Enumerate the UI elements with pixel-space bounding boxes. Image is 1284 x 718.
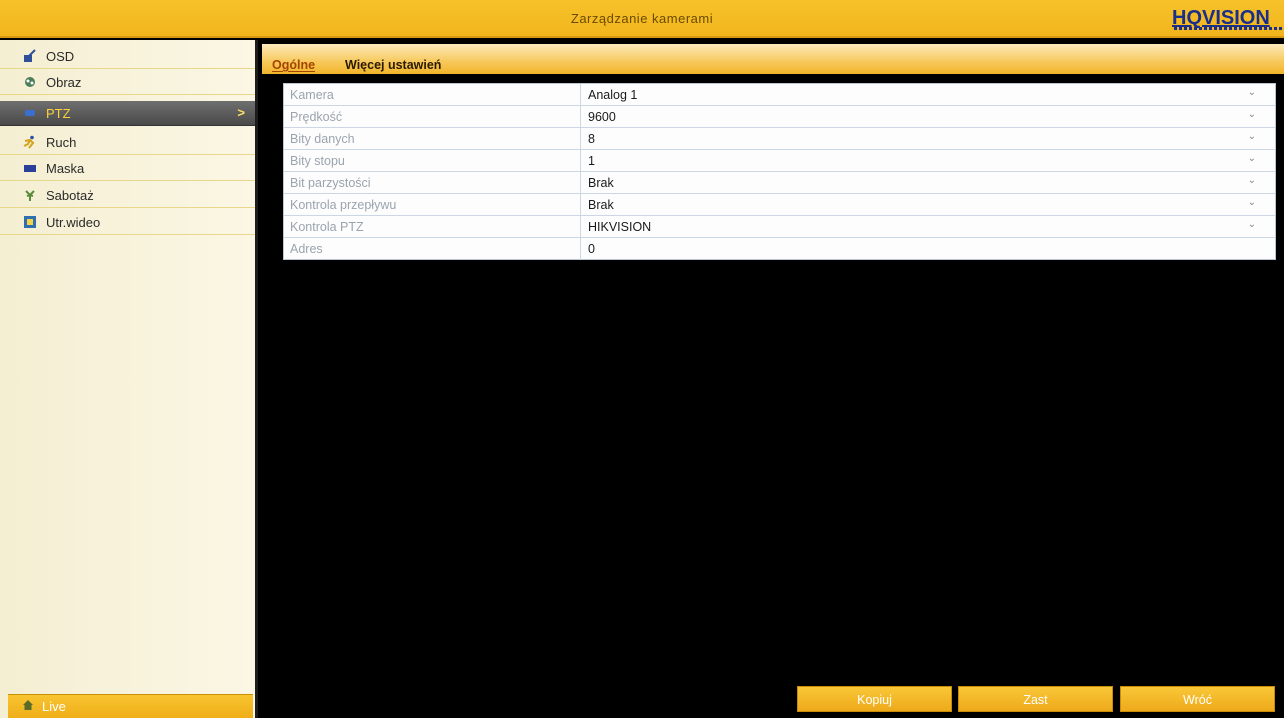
sidebar-item-label: OSD bbox=[46, 48, 75, 64]
title-bar: Zarządzanie kamerami HQVISION bbox=[0, 0, 1284, 38]
setting-row-flow-control: Kontrola przepływu Brak ⌄ bbox=[284, 194, 1275, 216]
setting-value: HIKVISION bbox=[588, 220, 652, 234]
copy-button[interactable]: Kopiuj bbox=[797, 686, 952, 712]
setting-value: Brak bbox=[588, 176, 614, 190]
ptz-protocol-select[interactable]: HIKVISION ⌄ bbox=[582, 216, 1262, 237]
stop-bits-select[interactable]: 1 ⌄ bbox=[582, 150, 1262, 171]
setting-row-parity: Bit parzystości Brak ⌄ bbox=[284, 172, 1275, 194]
setting-label: Kontrola przepływu bbox=[290, 198, 397, 212]
sidebar-item-label: Obraz bbox=[46, 74, 82, 90]
live-button[interactable]: Live bbox=[8, 694, 253, 718]
logo-tagline bbox=[1174, 27, 1284, 30]
live-label: Live bbox=[42, 699, 66, 714]
setting-value: 1 bbox=[588, 154, 595, 168]
sidebar-item-ptz[interactable]: PTZ > bbox=[0, 101, 255, 126]
setting-label: Kamera bbox=[290, 88, 334, 102]
setting-label: Adres bbox=[290, 242, 323, 256]
chevron-down-icon: ⌄ bbox=[1247, 153, 1256, 164]
column-divider bbox=[580, 150, 581, 172]
data-bits-select[interactable]: 8 ⌄ bbox=[582, 128, 1262, 149]
chevron-down-icon: ⌄ bbox=[1247, 175, 1256, 186]
setting-row-data-bits: Bity danych 8 ⌄ bbox=[284, 128, 1275, 150]
sidebar-item-osd[interactable]: OSD bbox=[0, 44, 255, 69]
mask-icon bbox=[22, 160, 38, 176]
tab-general[interactable]: Ogólne bbox=[272, 58, 315, 72]
setting-value: 8 bbox=[588, 132, 595, 146]
sidebar-item-label: Sabotaż bbox=[46, 187, 94, 203]
column-divider bbox=[580, 172, 581, 194]
column-divider bbox=[580, 194, 581, 216]
sidebar-item-label: PTZ bbox=[46, 105, 71, 121]
window-title: Zarządzanie kamerami bbox=[570, 11, 714, 26]
logo-text: HQVISION bbox=[1172, 8, 1270, 29]
setting-value: 9600 bbox=[588, 110, 616, 124]
sidebar-item-mask[interactable]: Maska bbox=[0, 156, 255, 181]
tamper-icon bbox=[22, 187, 38, 203]
back-button[interactable]: Wróć bbox=[1120, 686, 1275, 712]
osd-icon bbox=[22, 48, 38, 64]
apply-button[interactable]: Zast bbox=[958, 686, 1113, 712]
setting-value: Analog 1 bbox=[588, 88, 638, 102]
tab-more-settings[interactable]: Więcej ustawień bbox=[345, 58, 441, 72]
chevron-down-icon: ⌄ bbox=[1247, 131, 1256, 142]
setting-label: Kontrola PTZ bbox=[290, 220, 364, 234]
setting-row-address: Adres 0 bbox=[284, 238, 1275, 260]
flow-control-select[interactable]: Brak ⌄ bbox=[582, 194, 1262, 215]
column-divider bbox=[580, 216, 581, 238]
setting-label: Bity danych bbox=[290, 132, 355, 146]
sidebar-item-image[interactable]: Obraz bbox=[0, 70, 255, 95]
tab-bar: Ogólne Więcej ustawień bbox=[262, 44, 1284, 74]
image-icon bbox=[22, 74, 38, 90]
video-loss-icon bbox=[22, 214, 38, 230]
setting-row-stop-bits: Bity stopu 1 ⌄ bbox=[284, 150, 1275, 172]
chevron-down-icon: ⌄ bbox=[1247, 197, 1256, 208]
chevron-down-icon: ⌄ bbox=[1247, 109, 1256, 120]
setting-label: Bity stopu bbox=[290, 154, 345, 168]
brand-logo: HQVISION bbox=[1172, 8, 1284, 32]
column-divider bbox=[580, 106, 581, 128]
chevron-right-icon: > bbox=[237, 105, 245, 120]
motion-icon bbox=[22, 134, 38, 150]
column-divider bbox=[580, 238, 581, 260]
setting-row-camera: Kamera Analog 1 ⌄ bbox=[284, 84, 1275, 106]
column-divider bbox=[580, 128, 581, 150]
setting-value: 0 bbox=[588, 242, 595, 256]
setting-row-speed: Prędkość 9600 ⌄ bbox=[284, 106, 1275, 128]
setting-row-ptz-protocol: Kontrola PTZ HIKVISION ⌄ bbox=[284, 216, 1275, 238]
sidebar-item-video-loss[interactable]: Utr.wideo bbox=[0, 210, 255, 235]
setting-value: Brak bbox=[588, 198, 614, 212]
sidebar-item-tamper[interactable]: Sabotaż bbox=[0, 183, 255, 208]
ptz-icon bbox=[22, 105, 38, 121]
home-icon bbox=[22, 699, 34, 714]
ptz-settings-table: Kamera Analog 1 ⌄ Prędkość 9600 ⌄ Bity d… bbox=[283, 83, 1276, 260]
sidebar-item-label: Maska bbox=[46, 160, 85, 176]
sidebar-item-motion[interactable]: Ruch bbox=[0, 130, 255, 155]
chevron-down-icon: ⌄ bbox=[1247, 87, 1256, 98]
parity-select[interactable]: Brak ⌄ bbox=[582, 172, 1262, 193]
setting-label: Bit parzystości bbox=[290, 176, 371, 190]
sidebar: OSD Obraz PTZ > Ruch Maska Sabotaż Utr.w… bbox=[0, 40, 258, 718]
column-divider bbox=[580, 84, 581, 106]
sidebar-item-label: Utr.wideo bbox=[46, 214, 101, 230]
sidebar-item-label: Ruch bbox=[46, 134, 77, 150]
chevron-down-icon: ⌄ bbox=[1247, 219, 1256, 230]
setting-label: Prędkość bbox=[290, 110, 343, 124]
camera-select[interactable]: Analog 1 ⌄ bbox=[582, 84, 1262, 105]
speed-select[interactable]: 9600 ⌄ bbox=[582, 106, 1262, 127]
address-input[interactable]: 0 bbox=[582, 238, 1262, 259]
